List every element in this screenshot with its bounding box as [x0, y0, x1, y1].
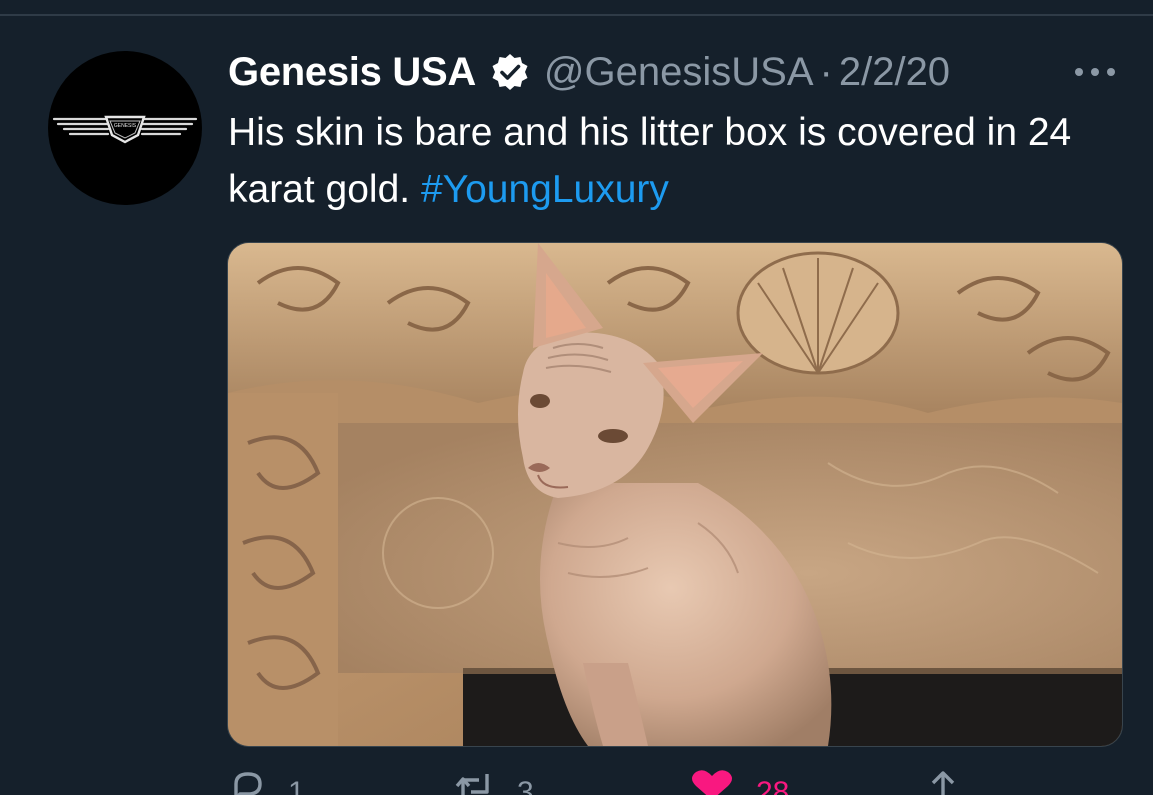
tweet-photo[interactable]	[227, 242, 1123, 747]
tweet-text: His skin is bare and his litter box is c…	[228, 104, 1128, 218]
tweet-date[interactable]: 2/2/20	[839, 50, 950, 95]
retweet-button[interactable]: 3	[455, 770, 534, 795]
hashtag-link[interactable]: #YoungLuxury	[421, 168, 669, 211]
sphynx-cat-photo	[228, 243, 1122, 746]
divider	[0, 14, 1153, 16]
retweet-icon	[455, 774, 489, 795]
avatar[interactable]: GENESIS	[48, 51, 202, 205]
share-button[interactable]	[925, 770, 961, 795]
avatar-logo-text: GENESIS	[114, 123, 137, 129]
genesis-logo-icon: GENESIS	[52, 115, 198, 144]
reply-count: 1	[288, 776, 305, 795]
user-handle[interactable]: @GenesisUSA	[544, 50, 814, 95]
tweet-header: Genesis USA @GenesisUSA · 2/2/20	[228, 46, 950, 98]
tweet-screen: GENESIS Genesis USA @GenesisUSA · 2/2/20…	[0, 0, 1153, 795]
separator-dot: ·	[819, 49, 833, 94]
like-count: 28	[756, 776, 790, 795]
reply-button[interactable]: 1	[230, 770, 305, 795]
share-icon	[931, 771, 955, 795]
verified-badge-icon	[492, 54, 528, 90]
display-name[interactable]: Genesis USA	[228, 50, 476, 95]
like-button[interactable]: 28	[690, 770, 789, 795]
more-options-icon[interactable]	[1070, 60, 1120, 84]
tweet-actions: 1 3 28	[0, 770, 1153, 795]
heart-icon	[692, 770, 732, 795]
retweet-count: 3	[517, 776, 534, 795]
reply-icon	[234, 772, 262, 795]
